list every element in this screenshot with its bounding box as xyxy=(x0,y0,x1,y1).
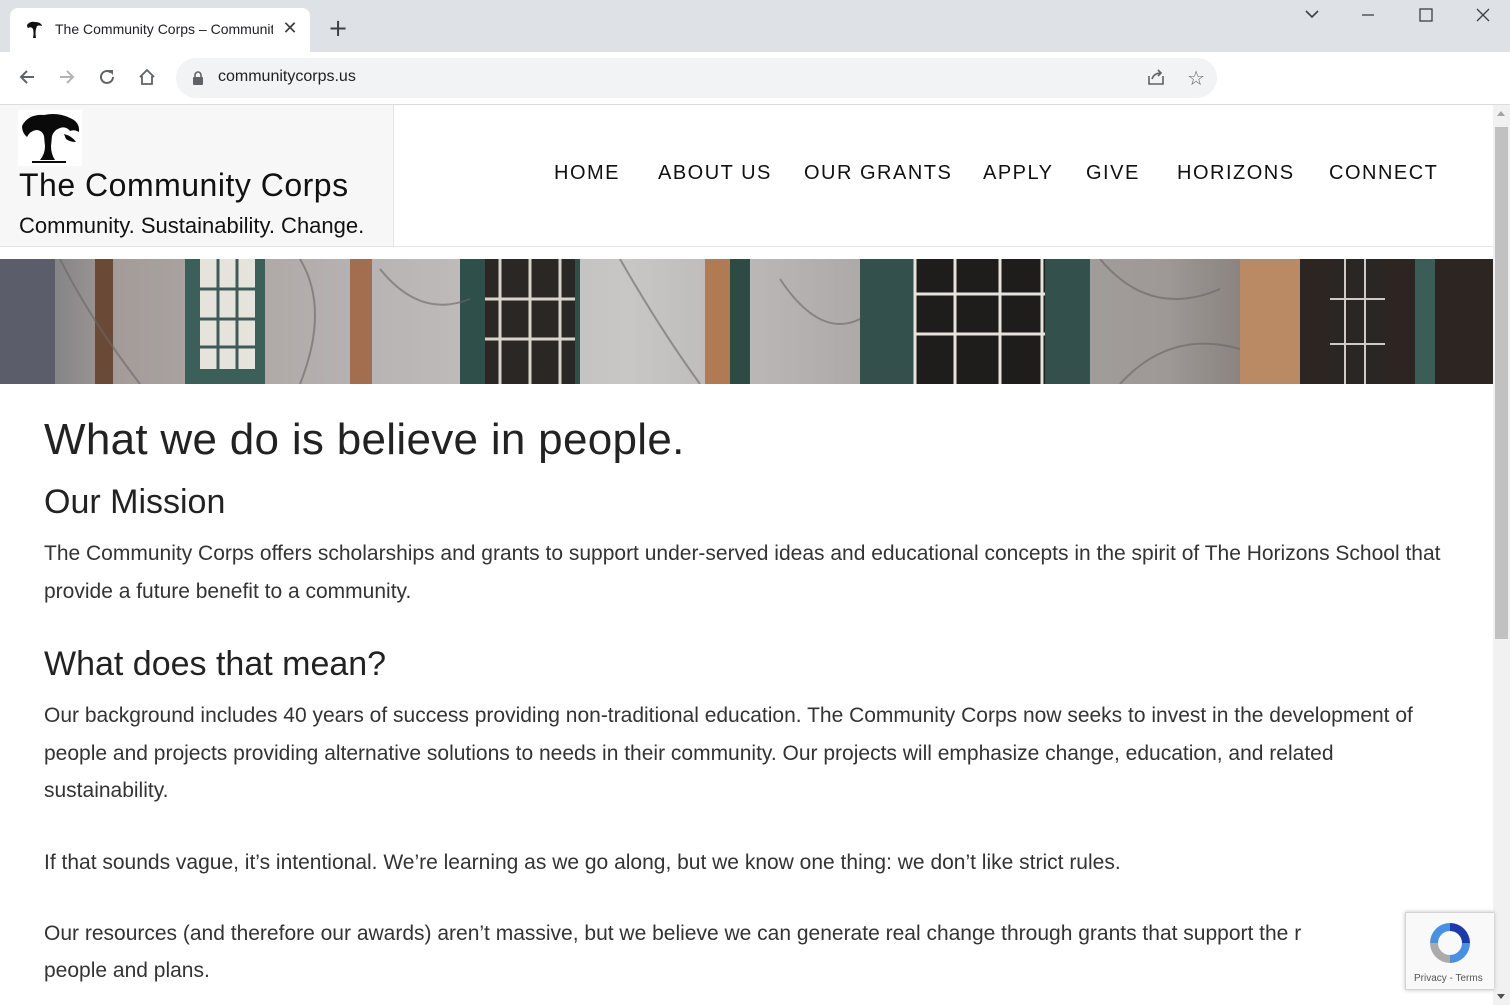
new-tab-icon[interactable]: + xyxy=(326,16,350,40)
scrollbar-thumb[interactable] xyxy=(1495,127,1508,639)
recaptcha-badge[interactable]: Privacy - Terms xyxy=(1405,912,1494,990)
url-text[interactable]: communitycorps.us xyxy=(218,68,356,86)
back-icon[interactable] xyxy=(12,62,42,92)
mission-text: The Community Corps offers scholarships … xyxy=(44,542,1441,603)
lock-icon[interactable] xyxy=(192,71,204,85)
meaning-paragraph-3-continued: people and plans. xyxy=(44,959,210,982)
forward-icon[interactable] xyxy=(52,62,82,92)
site-favicon-icon xyxy=(27,21,42,38)
tab-title: The Community Corps – Community xyxy=(55,21,273,37)
browser-tab-strip: The Community Corps – Community ✕ + xyxy=(0,0,1510,52)
nav-apply[interactable]: APPLY xyxy=(983,162,1054,185)
site-tagline: Community. Sustainability. Change. xyxy=(19,213,365,238)
page-headline: What we do is believe in people. xyxy=(44,415,685,464)
nav-connect[interactable]: CONNECT xyxy=(1329,162,1438,185)
mission-heading: Our Mission xyxy=(44,483,226,521)
maximize-icon[interactable] xyxy=(1406,6,1446,27)
page-scrollbar[interactable] xyxy=(1493,105,1510,1005)
address-bar[interactable]: communitycorps.us ☆ xyxy=(176,58,1217,98)
nav-horizons[interactable]: HORIZONS xyxy=(1177,162,1295,185)
meaning-paragraph-1: Our background includes 40 years of succ… xyxy=(44,704,1413,802)
site-header: The Community Corps Community. Sustainab… xyxy=(0,105,1493,247)
page-viewport: The Community Corps Community. Sustainab… xyxy=(0,105,1493,1005)
nav-about-us[interactable]: ABOUT US xyxy=(658,162,772,185)
minimize-icon[interactable] xyxy=(1348,6,1388,27)
browser-toolbar: communitycorps.us ☆ xyxy=(0,52,1510,105)
meaning-paragraph-2: If that sounds vague, it’s intentional. … xyxy=(44,851,1121,874)
meaning-heading: What does that mean? xyxy=(44,645,387,683)
close-icon[interactable]: ✕ xyxy=(280,18,300,39)
nav-give[interactable]: GIVE xyxy=(1086,162,1140,185)
browser-tab[interactable]: The Community Corps – Community ✕ xyxy=(10,8,310,52)
window-close-icon[interactable] xyxy=(1463,6,1503,27)
recaptcha-logo-icon xyxy=(1430,923,1470,963)
hero-banner-image xyxy=(0,259,1493,384)
site-logo-icon[interactable] xyxy=(18,110,82,166)
nav-home[interactable]: HOME xyxy=(554,162,620,185)
home-icon[interactable] xyxy=(132,62,162,92)
tab-search-icon[interactable] xyxy=(1292,6,1332,27)
nav-our-grants[interactable]: OUR GRANTS xyxy=(804,162,952,185)
scroll-up-arrow-icon[interactable] xyxy=(1497,111,1505,116)
reload-icon[interactable] xyxy=(92,62,122,92)
site-title[interactable]: The Community Corps xyxy=(19,167,349,204)
recaptcha-links[interactable]: Privacy - Terms xyxy=(1414,973,1483,984)
scroll-down-arrow-icon[interactable] xyxy=(1497,994,1505,999)
star-icon[interactable]: ☆ xyxy=(1187,66,1205,90)
share-icon[interactable] xyxy=(1145,66,1167,88)
site-branding: The Community Corps Community. Sustainab… xyxy=(0,105,394,246)
meaning-paragraph-3: Our resources (and therefore our awards)… xyxy=(44,922,1302,945)
